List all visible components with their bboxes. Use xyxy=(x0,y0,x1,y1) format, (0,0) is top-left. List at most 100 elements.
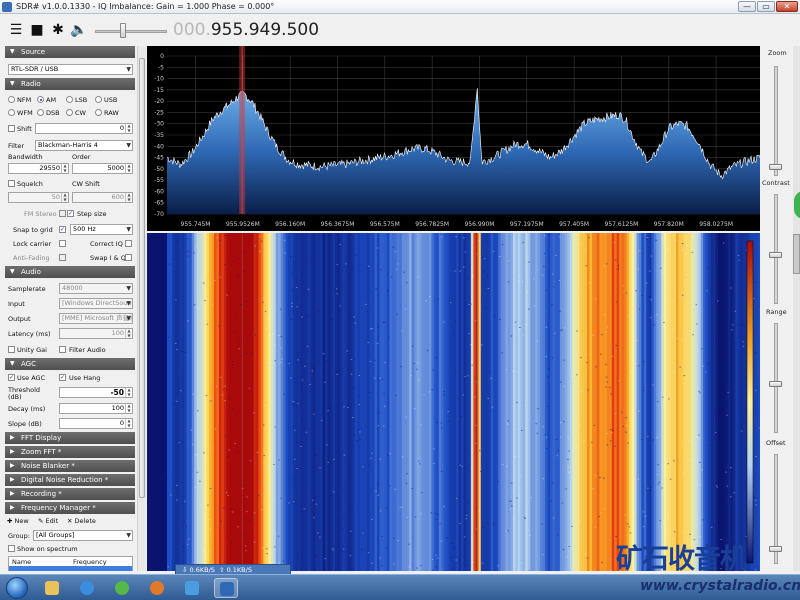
noise-speckle xyxy=(535,423,537,425)
spinner-icon[interactable]: ▲ ▼ xyxy=(61,193,68,202)
close-button[interactable]: ✕ xyxy=(776,1,798,12)
range-slider-thumb[interactable] xyxy=(769,381,782,387)
filter-audio-checkbox[interactable] xyxy=(59,346,66,353)
noise-speckle xyxy=(611,431,613,433)
taskbar-app-blue[interactable] xyxy=(180,578,204,598)
zoom-slider-thumb[interactable] xyxy=(769,164,782,170)
gear-icon[interactable]: ✱ xyxy=(50,22,66,38)
noise-speckle xyxy=(432,570,434,571)
use-agc-checkbox[interactable]: ✓ xyxy=(8,374,15,381)
left-panel-scrollbar[interactable] xyxy=(137,46,146,571)
speaker-icon[interactable]: 🔈 xyxy=(70,22,87,38)
taskbar-app-green[interactable] xyxy=(110,578,134,598)
slope-input[interactable]: 0 ▲ ▼ xyxy=(59,418,133,429)
section-recording[interactable]: ▶ Recording * xyxy=(5,488,135,500)
start-button[interactable] xyxy=(6,577,28,599)
shift-input[interactable]: 0 ▲ ▼ xyxy=(35,123,133,134)
noise-speckle xyxy=(432,369,435,371)
spinner-icon[interactable]: ▲ ▼ xyxy=(125,404,132,413)
order-input[interactable]: 5000 ▲ ▼ xyxy=(72,163,133,174)
swap-iq-checkbox[interactable] xyxy=(125,254,132,261)
volume-slider-thumb[interactable] xyxy=(120,23,126,38)
range-slider-track[interactable] xyxy=(774,323,778,433)
taskbar-explorer[interactable] xyxy=(40,578,64,598)
mode-radio-cw[interactable] xyxy=(66,109,73,116)
menu-icon[interactable]: ☰ xyxy=(8,22,24,38)
taskbar-firefox[interactable] xyxy=(145,578,169,598)
noise-speckle xyxy=(387,290,389,292)
use-hang-checkbox[interactable]: ✓ xyxy=(59,374,66,381)
bandwidth-input[interactable]: 29550 ▲ ▼ xyxy=(8,163,69,174)
section-agc[interactable]: ▼ AGC xyxy=(5,358,135,370)
mode-radio-dsb[interactable] xyxy=(37,109,44,116)
floating-widget-icon[interactable] xyxy=(794,191,800,219)
squelch-checkbox[interactable] xyxy=(8,180,15,187)
taskbar-ie[interactable] xyxy=(75,578,99,598)
spectrum-chart[interactable]: 0 -5 -10 -15 -20 -25 -30 -35 -40 -45 -50 -55 -60 -65 -… xyxy=(147,46,760,231)
volume-slider-track[interactable] xyxy=(95,30,167,33)
section-frequency-manager[interactable]: ▶ Frequency Manager * xyxy=(5,502,135,514)
mode-radio-am[interactable] xyxy=(37,96,44,103)
spinner-icon[interactable]: ▲ ▼ xyxy=(125,164,132,173)
step-size-checkbox[interactable]: ✓ xyxy=(67,210,74,217)
show-on-spectrum-checkbox[interactable] xyxy=(8,545,15,552)
right-scrollbar[interactable] xyxy=(793,46,800,571)
section-zoom-fft[interactable]: ▶ Zoom FFT * xyxy=(5,446,135,458)
spinner-icon[interactable]: ▲ ▼ xyxy=(125,193,132,202)
cw-shift-input[interactable]: 600 ▲ ▼ xyxy=(72,192,133,203)
fm-stereo-checkbox[interactable] xyxy=(59,210,66,217)
minimize-button[interactable]: — xyxy=(738,1,756,12)
anti-fading-checkbox[interactable] xyxy=(59,254,66,261)
frequency-display[interactable]: 000.955.949.500 xyxy=(173,20,319,40)
edit-button[interactable]: ✎ Edit xyxy=(38,517,58,525)
section-source[interactable]: ▼ Source xyxy=(5,46,135,58)
audio-input-select[interactable]: [Windows DirectSound] ...▼ xyxy=(59,298,133,309)
mode-radio-nfm[interactable] xyxy=(8,96,15,103)
section-digital-noise-reduction[interactable]: ▶ Digital Noise Reduction * xyxy=(5,474,135,486)
column-frequency-header[interactable]: Frequency xyxy=(73,558,107,566)
decay-input[interactable]: 100 ▲ ▼ xyxy=(59,403,133,414)
step-select[interactable]: 500 Hz ▼ xyxy=(70,224,133,235)
new-button[interactable]: ✚ New xyxy=(7,517,29,525)
maximize-button[interactable]: ▭ xyxy=(757,1,775,12)
spinner-icon[interactable]: ▲ ▼ xyxy=(61,164,68,173)
spinner-icon[interactable]: ▲ ▼ xyxy=(125,124,132,133)
mode-radio-lsb[interactable] xyxy=(66,96,73,103)
delete-button[interactable]: ✕ Delete xyxy=(67,517,96,525)
threshold-input[interactable]: -50 ▲ ▼ xyxy=(59,387,133,398)
shift-checkbox[interactable] xyxy=(8,125,15,132)
squelch-input[interactable]: 50 ▲ ▼ xyxy=(8,192,69,203)
list-row-selected[interactable] xyxy=(9,566,132,571)
contrast-slider-thumb[interactable] xyxy=(769,252,782,258)
samplerate-select[interactable]: 48000 ▼ xyxy=(59,283,133,294)
filter-select[interactable]: Blackman-Harris 4 ▼ xyxy=(35,140,133,151)
spinner-icon[interactable]: ▲ ▼ xyxy=(125,388,132,397)
spinner-icon[interactable]: ▲ ▼ xyxy=(125,419,132,428)
offset-slider-thumb[interactable] xyxy=(769,546,782,552)
section-fft-display[interactable]: ▶ FFT Display xyxy=(5,432,135,444)
unity-gain-checkbox[interactable] xyxy=(8,346,15,353)
snap-checkbox[interactable]: ✓ xyxy=(59,226,66,233)
lock-carrier-checkbox[interactable] xyxy=(59,240,66,247)
source-device-select[interactable]: RTL-SDR / USB ▼ xyxy=(8,64,133,75)
scrollbar-thumb[interactable] xyxy=(139,58,145,498)
audio-output-select[interactable]: [MME] Microsoft 声音映射器▼ xyxy=(59,313,133,324)
spinner-icon[interactable]: ▲ ▼ xyxy=(125,329,132,338)
column-name-header[interactable]: Name xyxy=(12,558,31,566)
mode-radio-wfm[interactable] xyxy=(8,109,15,116)
frequency-list[interactable]: Name Frequency xyxy=(8,556,133,571)
scrollbar-thumb[interactable] xyxy=(793,234,800,274)
group-select[interactable]: [All Groups] ▼ xyxy=(33,530,133,541)
waterfall-display[interactable] xyxy=(147,233,760,571)
mode-radio-raw[interactable] xyxy=(95,109,102,116)
stop-icon[interactable]: ■ xyxy=(29,22,45,38)
correct-iq-checkbox[interactable] xyxy=(125,240,132,247)
zoom-slider-track[interactable] xyxy=(774,66,778,176)
section-audio[interactable]: ▼ Audio xyxy=(5,266,135,278)
latency-input[interactable]: 100 ▲ ▼ xyxy=(59,328,133,339)
section-radio[interactable]: ▼ Radio xyxy=(5,78,135,90)
contrast-slider-track[interactable] xyxy=(774,194,778,304)
section-noise-blanker[interactable]: ▶ Noise Blanker * xyxy=(5,460,135,472)
mode-radio-usb[interactable] xyxy=(95,96,102,103)
taskbar-sdrsharp[interactable] xyxy=(214,578,238,598)
